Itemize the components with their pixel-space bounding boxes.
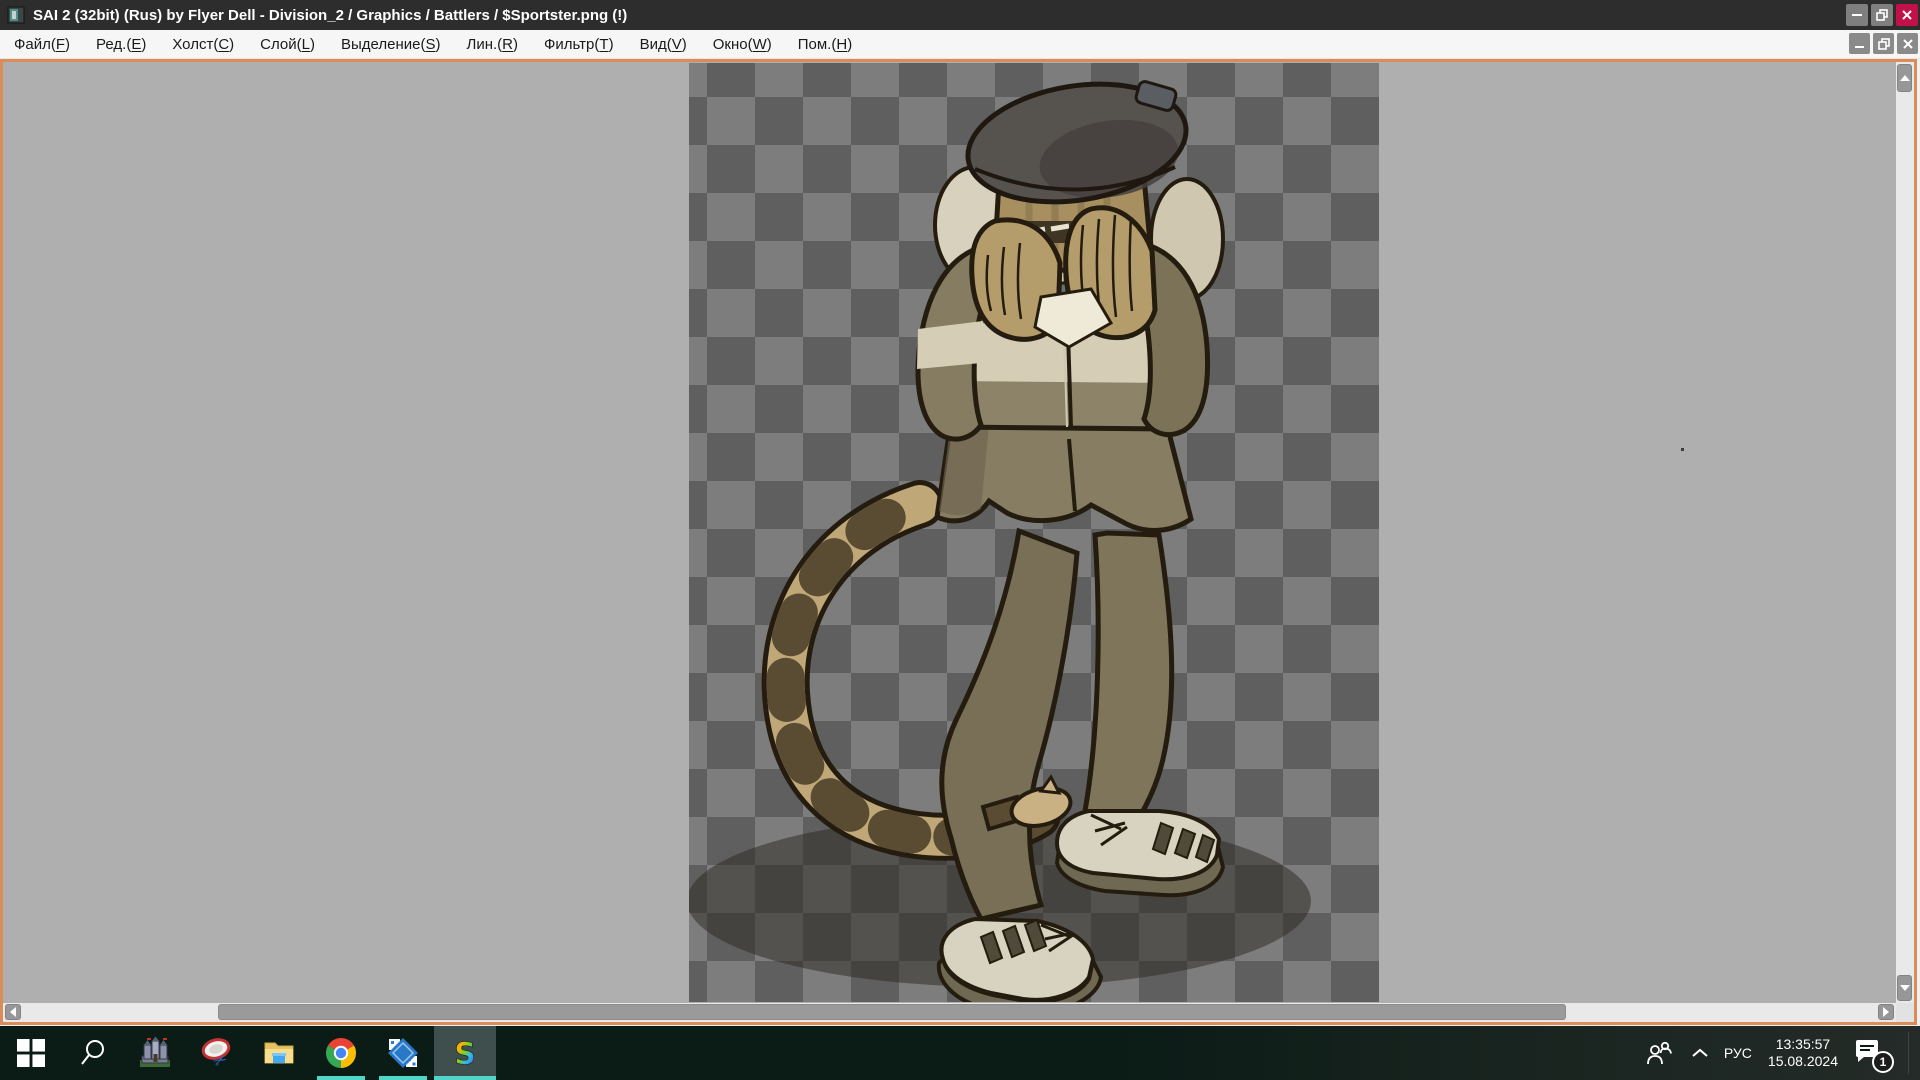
scroll-left-button[interactable]: [5, 1004, 21, 1020]
taskbar-app-chrome[interactable]: [310, 1026, 372, 1080]
menu-bar: Файл(F) Ред.(E) Холст(C) Слой(L) Выделен…: [0, 30, 1920, 59]
menu-item-help[interactable]: Пом.(H): [785, 36, 865, 53]
arrow-left-icon: [10, 1007, 16, 1017]
sai2-taskbar-icon: S: [448, 1036, 482, 1070]
start-button[interactable]: [0, 1026, 62, 1080]
clipper-app-icon: ✂: [200, 1036, 234, 1070]
windows-logo-icon: [17, 1039, 45, 1067]
menu-item-edit[interactable]: Ред.(E): [83, 36, 159, 53]
mdi-restore-icon: [1878, 38, 1890, 50]
menu-item-selection[interactable]: Выделение(S): [328, 36, 454, 53]
mdi-minimize-button[interactable]: [1849, 33, 1870, 54]
svg-text:S: S: [454, 1037, 476, 1070]
file-explorer-icon: [262, 1036, 296, 1070]
arrow-right-icon: [1883, 1007, 1889, 1017]
pixel-art-character: [689, 63, 1379, 1002]
close-icon: [1901, 9, 1913, 21]
menu-item-view[interactable]: Вид(V): [627, 36, 700, 53]
taskbar-app-sai2-active[interactable]: S: [434, 1026, 496, 1080]
taskbar-clock[interactable]: 13:35:57 15.08.2024: [1768, 1036, 1838, 1070]
language-indicator[interactable]: РУС: [1724, 1045, 1752, 1061]
taskbar-app-file-explorer[interactable]: [248, 1026, 310, 1080]
menu-item-file[interactable]: Файл(F): [0, 36, 83, 53]
taskbar: ✂: [0, 1026, 1920, 1080]
title-bar: SAI 2 (32bit) (Rus) by Flyer Dell - Divi…: [0, 0, 1920, 30]
search-button[interactable]: [62, 1026, 124, 1080]
show-desktop-divider[interactable]: [1908, 1032, 1909, 1074]
notification-badge: 1: [1872, 1051, 1894, 1073]
chevron-up-icon[interactable]: [1692, 1048, 1708, 1058]
scroll-down-button[interactable]: [1897, 975, 1912, 1001]
blue-diamond-app-icon: [385, 1035, 421, 1071]
minimize-icon: [1851, 9, 1863, 21]
taskbar-app-blue-diamond[interactable]: [372, 1026, 434, 1080]
scroll-up-button[interactable]: [1897, 64, 1912, 92]
mdi-close-button[interactable]: [1897, 33, 1918, 54]
taskbar-app-clipper[interactable]: ✂: [186, 1026, 248, 1080]
stray-pixel-dot: [1681, 448, 1684, 451]
clock-date: 15.08.2024: [1768, 1053, 1838, 1070]
running-indicator: [317, 1076, 365, 1080]
scroll-right-button[interactable]: [1878, 1004, 1894, 1020]
horizontal-scrollbar[interactable]: [3, 1003, 1896, 1022]
horizontal-scroll-thumb[interactable]: [218, 1004, 1566, 1020]
menu-item-canvas[interactable]: Холст(C): [159, 36, 247, 53]
document-canvas[interactable]: [689, 63, 1379, 1002]
arrow-up-icon: [1900, 75, 1910, 81]
close-button[interactable]: [1896, 4, 1918, 26]
action-center-button[interactable]: 1: [1854, 1037, 1886, 1069]
restore-button[interactable]: [1871, 4, 1893, 26]
mdi-restore-button[interactable]: [1873, 33, 1894, 54]
scrollbar-corner: [1896, 1003, 1914, 1022]
menu-item-layer[interactable]: Слой(L): [247, 36, 328, 53]
menu-item-line[interactable]: Лин.(R): [453, 36, 531, 53]
mdi-minimize-icon: [1854, 38, 1866, 50]
chrome-icon: [325, 1037, 357, 1069]
running-indicator: [379, 1076, 427, 1080]
restore-icon: [1876, 9, 1888, 21]
window-title: SAI 2 (32bit) (Rus) by Flyer Dell - Divi…: [33, 7, 627, 24]
castle-app-icon: [138, 1036, 172, 1070]
menu-item-window[interactable]: Окно(W): [700, 36, 785, 53]
sai2-app-icon: [7, 6, 25, 24]
minimize-button[interactable]: [1846, 4, 1868, 26]
people-icon[interactable]: [1646, 1040, 1676, 1066]
arrow-down-icon: [1900, 985, 1910, 991]
search-icon: [78, 1038, 108, 1068]
active-indicator: [434, 1076, 496, 1080]
clock-time: 13:35:57: [1768, 1036, 1838, 1053]
vertical-scrollbar[interactable]: [1896, 62, 1914, 1003]
taskbar-app-rpg-maker[interactable]: [124, 1026, 186, 1080]
menu-item-filter[interactable]: Фильтр(T): [531, 36, 627, 53]
canvas-workspace: [0, 59, 1917, 1025]
mdi-close-icon: [1902, 38, 1914, 50]
